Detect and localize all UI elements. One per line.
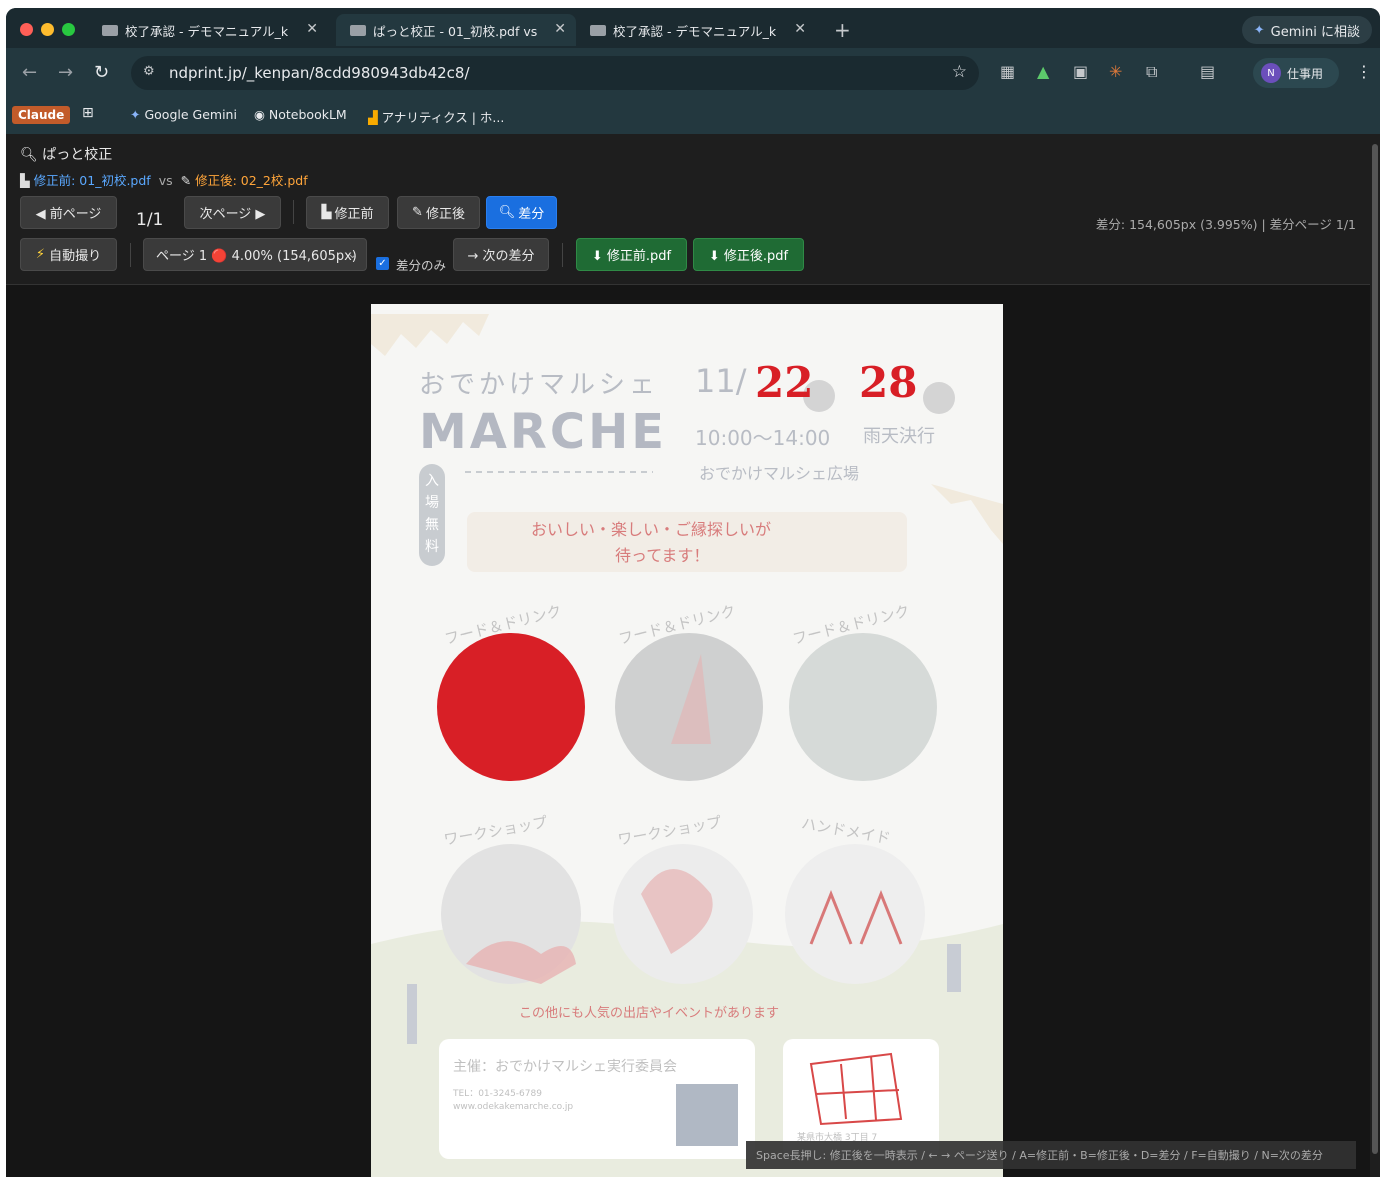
pdf-page-diff-view: おでかけマルシェ MARCHE 11/ 22 28 10:00〜14:00 雨天… [371,304,1003,1177]
app-header: 🔍︎ ぱっと校正 ▙ 修正前: 01_初校.pdf vs ✎ 修正後: 02_2… [6,134,1370,285]
divider [293,200,294,224]
flyer-rain: 雨天決行 [863,426,935,447]
apps-grid-icon[interactable]: ⊞ [82,105,94,121]
flyer-tel: TEL：01-3245-6789 [453,1089,542,1099]
tab-kouryou-2[interactable]: 校了承認 - デモマニュアル_k ✕ [576,14,816,46]
page-select-dropdown[interactable]: ページ 1 🔴 4.00% (154,605px) ⌄ [143,238,367,271]
flyer-notice: この他にも人気の出店やイベントがあります [519,1006,780,1021]
avatar: N [1261,63,1281,83]
extension-window-icon[interactable]: ▣ [1073,62,1088,81]
flyer-date-2: 28 [859,358,918,407]
memo-icon: ✎ [412,205,423,220]
download-before-button[interactable]: ⬇ 修正前.pdf [576,238,687,271]
view-after-button[interactable]: ✎ 修正後 [397,196,480,229]
download-after-button[interactable]: ⬇ 修正後.pdf [693,238,804,271]
profile-chip[interactable]: N 仕事用 [1253,58,1339,88]
bookmarks-bar: Claude ⊞ ✦ Google Gemini ◉ NotebookLM ▟ … [6,98,1380,134]
bookmark-google-gemini[interactable]: ✦ Google Gemini [130,107,237,122]
menu-kebab-icon[interactable]: ⋮ [1356,62,1372,81]
close-tab-icon[interactable]: ✕ [554,21,566,37]
flyer-date-1: 22 [755,358,814,407]
divider [562,243,563,267]
memo-icon: ✎ [180,173,192,188]
close-tab-icon[interactable]: ✕ [306,21,318,37]
diff-only-checkbox[interactable]: ✓ [376,257,389,270]
view-diff-button[interactable]: 🔍︎ 差分 [486,196,557,229]
close-tab-icon[interactable]: ✕ [794,21,806,37]
flyer-title-jp: おでかけマルシェ [419,370,660,400]
chevron-down-icon: ⌄ [347,247,358,262]
file-icon: ▙ [321,205,332,220]
claude-extension-icon[interactable]: ✳ [1109,62,1122,81]
flyer-time: 10:00〜14:00 [695,426,831,450]
flyer-venue: おでかけマルシェ広場 [699,464,860,483]
site-settings-icon[interactable]: ⚙ [143,64,155,79]
document-icon [350,24,366,36]
keyboard-shortcuts-hint: Space長押し: 修正後を一時表示 / ← → ページ送り / A=修正前・B… [746,1141,1356,1169]
magnifier-icon: 🔍︎ [20,147,38,163]
flyer-admission: 入場無料 [425,473,439,555]
diff-summary: 差分: 154,605px (3.995%) | 差分ページ 1/1 [1095,217,1356,232]
bookmark-analytics[interactable]: ▟ アナリティクス | ホ... [368,107,504,126]
bookmark-star-icon[interactable]: ☆ [952,62,967,82]
next-page-button[interactable]: 次ページ ▶ [184,196,281,229]
analytics-bar-icon: ▟ [368,110,378,125]
flyer-date-prefix: 11/ [695,362,747,400]
file-icon: ▙ [20,173,30,188]
close-window-button[interactable] [20,23,33,36]
bookmark-claude[interactable]: Claude [12,106,71,124]
address-bar[interactable]: ⚙ ndprint.jp/_kenpan/8cdd980943db42c8/ ☆ [131,56,979,90]
file-comparison-info: ▙ 修正前: 01_初校.pdf vs ✎ 修正後: 02_2校.pdf [20,173,308,188]
gemini-sparkle-icon: ✦ [1253,22,1265,38]
gemini-button[interactable]: ✦ Gemini に相談 [1241,16,1372,44]
reload-icon[interactable]: ↻ [94,62,109,83]
forward-arrow-icon[interactable]: → [58,62,73,83]
magnifier-icon: 🔍︎ [498,205,516,220]
browser-window: 校了承認 - デモマニュアル_k ✕ ぱっと校正 - 01_初校.pdf vs … [6,8,1380,1177]
page-scrollbar[interactable] [1370,134,1380,1177]
scrollbar-thumb[interactable] [1372,144,1378,1154]
auto-flip-button[interactable]: ⚡ 自動撮り [20,238,117,271]
tab-patto-kousei[interactable]: ぱっと校正 - 01_初校.pdf vs ✕ [336,14,576,46]
flyer-tagline-1: おいしい・楽しい・ご縁探しいが [531,520,772,539]
page-counter: 1/1 [136,210,164,230]
tab-strip: 校了承認 - デモマニュアル_k ✕ ぱっと校正 - 01_初校.pdf vs … [6,8,1380,48]
document-icon [102,24,118,36]
flyer-tagline-2: 待ってます！ [615,546,710,565]
next-diff-button[interactable]: → 次の差分 [453,238,549,271]
flyer-organizer: 主催：おでかけマルシェ実行委員会 [453,1059,677,1075]
flyer-title-en: MARCHE [419,404,668,460]
extensions-puzzle-icon[interactable]: ⧉ [1146,62,1157,82]
gemini-sparkle-icon: ✦ [130,107,141,122]
bookmark-notebooklm[interactable]: ◉ NotebookLM [254,107,347,122]
reading-mode-icon[interactable]: ▤ [1200,62,1215,81]
app-viewport: 🔍︎ ぱっと校正 ▙ 修正前: 01_初校.pdf vs ✎ 修正後: 02_2… [6,134,1370,1177]
url-text: ndprint.jp/_kenpan/8cdd980943db42c8/ [169,64,470,82]
notebooklm-icon: ◉ [254,107,265,122]
back-arrow-icon[interactable]: ← [22,62,37,83]
lightning-icon: ⚡ [35,247,46,262]
extension-icon[interactable]: ▦ [1000,62,1015,81]
maximize-window-button[interactable] [62,23,75,36]
tab-kouryou-1[interactable]: 校了承認 - デモマニュアル_k ✕ [88,14,328,46]
divider [130,243,131,267]
app-title: 🔍︎ ぱっと校正 [20,147,113,163]
extension-green-icon[interactable]: ▲ [1037,62,1049,81]
prev-page-button[interactable]: ◀ 前ページ [20,196,117,229]
minimize-window-button[interactable] [41,23,54,36]
browser-toolbar: ← → ↻ ⚙ ndprint.jp/_kenpan/8cdd980943db4… [6,48,1380,98]
diff-only-label: 差分のみ [396,258,447,273]
view-before-button[interactable]: ▙ 修正前 [306,196,389,229]
new-tab-plus-icon[interactable]: + [834,18,851,42]
document-icon [590,24,606,36]
flyer-web: www.odekakemarche.co.jp [453,1102,574,1112]
